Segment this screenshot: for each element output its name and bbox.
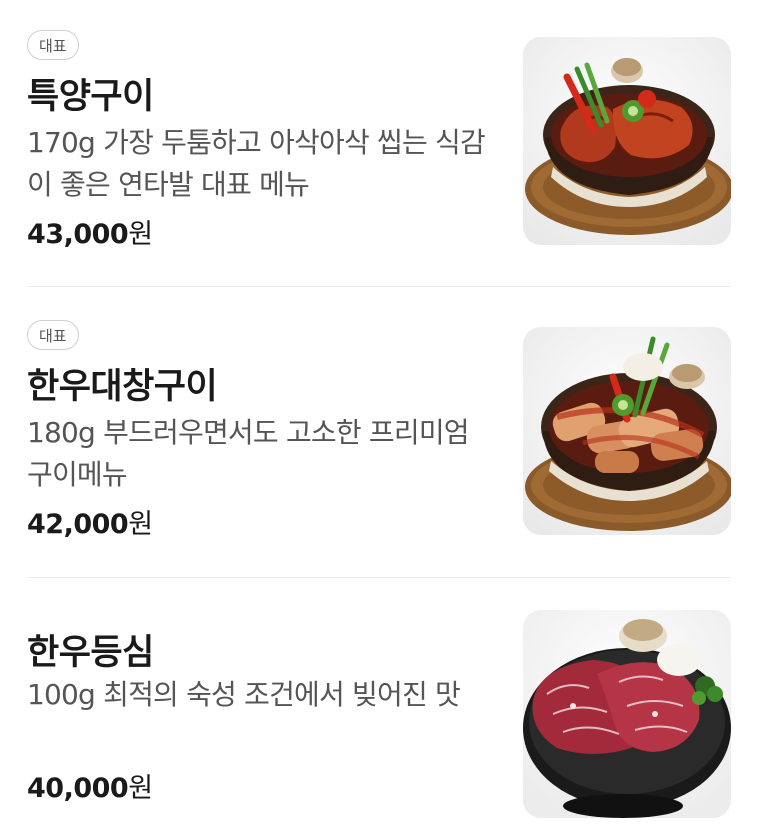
- menu-item-price: 43,000원: [27, 212, 153, 251]
- price-amount: 40,000: [27, 773, 129, 804]
- divider: [27, 286, 731, 287]
- price-amount: 43,000: [27, 219, 129, 250]
- signature-badge: 대표: [27, 30, 79, 60]
- menu-item-hanwoo-daechang[interactable]: 대표 한우대창구이 180g 부드러우면서도 고소한 프리미엄 구이메뉴 42,…: [0, 290, 758, 580]
- menu-item-price: 42,000원: [27, 502, 153, 541]
- menu-item-hanwoo-sirloin[interactable]: 한우등심 100g 최적의 숙성 조건에서 빚어진 맛 40,000원: [0, 580, 758, 829]
- menu-item-price: 40,000원: [27, 766, 153, 805]
- sirloin-steak-plate-icon[interactable]: [523, 610, 731, 818]
- menu-item-name: 한우등심: [27, 633, 154, 673]
- dish-photo-illustration: [523, 327, 731, 535]
- divider: [27, 577, 731, 578]
- signature-badge: 대표: [27, 320, 79, 350]
- price-currency: 원: [128, 509, 154, 540]
- grilled-intestine-dish-icon[interactable]: [523, 327, 731, 535]
- price-amount: 42,000: [27, 509, 129, 540]
- dish-photo-illustration: [523, 610, 731, 818]
- dish-photo-illustration: [523, 37, 731, 245]
- menu-list: 대표 특양구이 170g 가장 두툼하고 아삭아삭 씹는 식감이 좋은 연타발 …: [0, 0, 758, 829]
- price-currency: 원: [128, 219, 154, 250]
- menu-item-description: 170g 가장 두툼하고 아삭아삭 씹는 식감이 좋은 연타발 대표 메뉴: [27, 126, 486, 201]
- price-currency: 원: [128, 773, 154, 804]
- menu-item-special-tripe[interactable]: 대표 특양구이 170g 가장 두툼하고 아삭아삭 씹는 식감이 좋은 연타발 …: [0, 0, 758, 290]
- menu-item-name: 특양구이: [27, 77, 154, 117]
- menu-item-name: 한우대창구이: [27, 367, 218, 407]
- grilled-tripe-dish-icon[interactable]: [523, 37, 731, 245]
- menu-item-description: 100g 최적의 숙성 조건에서 빚어진 맛: [27, 678, 461, 711]
- menu-item-description: 180g 부드러우면서도 고소한 프리미엄 구이메뉴: [27, 416, 470, 491]
